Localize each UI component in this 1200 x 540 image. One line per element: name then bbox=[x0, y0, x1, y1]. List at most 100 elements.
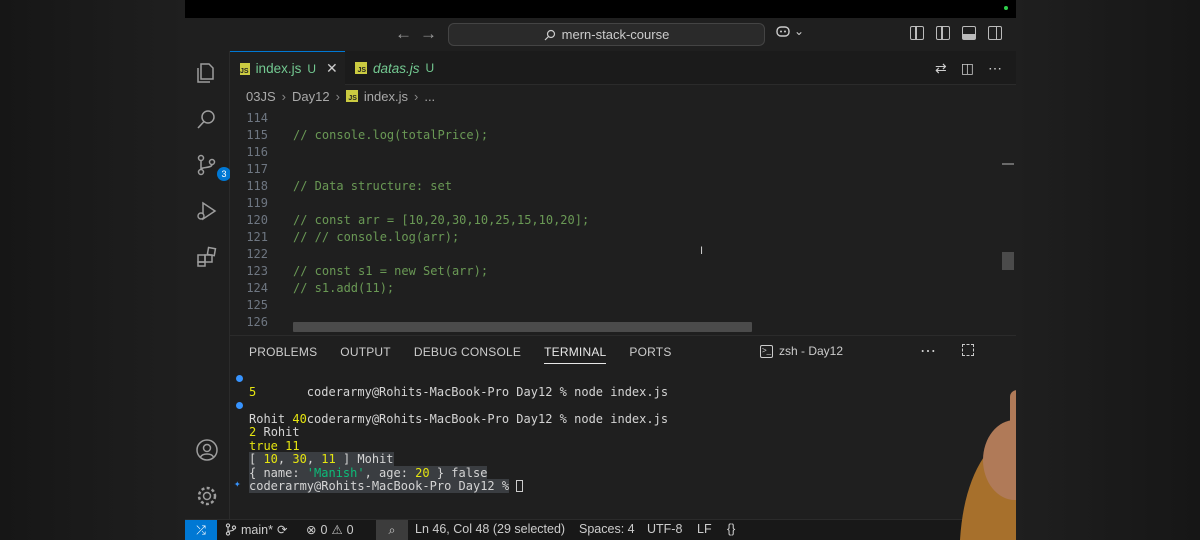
more-actions-icon[interactable]: ⋯ bbox=[988, 60, 1002, 77]
search-icon[interactable] bbox=[195, 107, 219, 131]
editor-tab-bar: JS index.js U ✕ JS datas.js U ⇄ ◫ ⋯ bbox=[230, 51, 1016, 85]
customize-layout-icon[interactable] bbox=[910, 26, 924, 40]
terminal-line: Rohit 40 bbox=[249, 411, 307, 427]
back-arrow-icon[interactable]: ← bbox=[395, 24, 412, 44]
output-value: 10 bbox=[263, 452, 278, 466]
line-number: 126 bbox=[246, 315, 268, 329]
javascript-file-icon: JS bbox=[240, 62, 250, 75]
language-text: {} bbox=[727, 522, 736, 536]
command-decoration-icon bbox=[236, 402, 243, 409]
code-editor[interactable]: 114 115 // console.log(totalPrice); 116 1… bbox=[230, 107, 1016, 335]
line-number: 117 bbox=[246, 162, 268, 176]
toggle-primary-sidebar-icon[interactable] bbox=[936, 26, 950, 40]
end-of-line[interactable]: LF bbox=[697, 522, 712, 536]
zoom-icon[interactable]: ⌕ bbox=[376, 520, 408, 540]
chevron-right-icon: › bbox=[335, 88, 340, 104]
settings-gear-icon[interactable] bbox=[195, 484, 219, 508]
extensions-icon[interactable] bbox=[195, 245, 219, 269]
line-number: 116 bbox=[246, 145, 268, 159]
recording-strip bbox=[185, 0, 1016, 18]
tab-problems[interactable]: PROBLEMS bbox=[249, 345, 317, 364]
output-text: [ bbox=[249, 452, 264, 466]
activity-bar: 3 bbox=[185, 51, 231, 519]
terminal-picker[interactable]: >_ zsh - Day12 bbox=[760, 344, 843, 358]
eol-text: LF bbox=[697, 522, 712, 536]
recording-dot bbox=[1004, 6, 1008, 10]
explorer-icon[interactable] bbox=[195, 61, 219, 85]
code-line: 118 // Data structure: set bbox=[230, 178, 990, 195]
tab-output[interactable]: OUTPUT bbox=[340, 345, 391, 364]
cursor-position[interactable]: Ln 46, Col 48 (29 selected) bbox=[415, 522, 565, 536]
terminal-cursor bbox=[516, 480, 524, 492]
line-number: 121 bbox=[246, 230, 268, 244]
close-icon[interactable]: ✕ bbox=[326, 60, 338, 77]
horizontal-scrollbar[interactable] bbox=[293, 322, 752, 332]
code-line: 125 bbox=[230, 297, 990, 314]
split-editor-icon[interactable]: ◫ bbox=[961, 60, 974, 77]
untracked-badge: U bbox=[307, 61, 317, 76]
breadcrumb: 03JS › Day12 › JS index.js › ... bbox=[230, 85, 1016, 107]
output-value: 11 bbox=[285, 438, 300, 453]
problems-indicator[interactable]: ⊗ 0 ⚠ 0 bbox=[306, 522, 354, 538]
code-line: 124 // s1.add(11); bbox=[230, 280, 990, 297]
copilot-menu[interactable]: ⌄ bbox=[775, 24, 804, 38]
javascript-file-icon: JS bbox=[355, 62, 367, 74]
terminal-prompt: coderarmy@Rohits-MacBook-Pro Day12 % bbox=[306, 384, 567, 399]
tab-debug-console[interactable]: DEBUG CONSOLE bbox=[414, 345, 521, 364]
line-code: // const s1 = new Set(arr); bbox=[293, 264, 489, 278]
line-number: 114 bbox=[246, 111, 268, 125]
tab-datas-js[interactable]: JS datas.js U bbox=[345, 51, 460, 85]
command-center-text: mern-stack-course bbox=[561, 27, 670, 42]
terminal-line: coderarmy@Rohits-MacBook-Pro Day12 % nod… bbox=[236, 372, 668, 398]
indentation[interactable]: Spaces: 4 bbox=[579, 522, 635, 536]
output-text: , age: bbox=[364, 465, 416, 480]
vertical-scrollbar[interactable] bbox=[1002, 252, 1014, 270]
tab-index-js[interactable]: JS index.js U ✕ bbox=[230, 51, 345, 85]
sparkle-icon[interactable]: ✦ bbox=[234, 477, 241, 490]
terminal-name: zsh - Day12 bbox=[779, 344, 844, 358]
output-value: 20 bbox=[415, 465, 430, 480]
breadcrumb-symbol[interactable]: ... bbox=[424, 89, 435, 104]
line-number: 118 bbox=[246, 179, 268, 193]
source-control-badge: 3 bbox=[217, 167, 231, 181]
code-line: 114 bbox=[230, 110, 990, 127]
bottom-panel: PROBLEMS OUTPUT DEBUG CONSOLE TERMINAL P… bbox=[230, 335, 1016, 519]
status-bar: ⤮ main* ⟳ ⊗ 0 ⚠ 0 ⌕ Ln 46, Col 48 (29 sele… bbox=[185, 519, 1016, 540]
tab-ports[interactable]: PORTS bbox=[629, 345, 671, 364]
tab-terminal[interactable]: TERMINAL bbox=[544, 345, 607, 364]
forward-arrow-icon[interactable]: → bbox=[420, 24, 437, 44]
terminal-icon: >_ bbox=[760, 344, 773, 358]
command-decoration-icon bbox=[236, 375, 243, 382]
warning-count: 0 bbox=[346, 522, 354, 537]
branch-indicator[interactable]: main* ⟳ bbox=[225, 522, 287, 537]
chevron-down-icon: ⌄ bbox=[794, 24, 805, 38]
toggle-secondary-sidebar-icon[interactable] bbox=[988, 26, 1002, 40]
breadcrumb-file[interactable]: index.js bbox=[364, 89, 408, 104]
breadcrumb-folder[interactable]: 03JS bbox=[246, 89, 276, 104]
output-value: 40 bbox=[292, 411, 307, 426]
command-center-search[interactable]: mern-stack-course bbox=[448, 23, 765, 46]
indentation-text: Spaces: 4 bbox=[579, 522, 635, 536]
error-count: 0 bbox=[320, 522, 328, 537]
copilot-icon bbox=[776, 26, 790, 37]
chevron-right-icon: › bbox=[281, 88, 286, 104]
overview-ruler-mark bbox=[1002, 163, 1014, 165]
language-mode[interactable]: {} bbox=[727, 522, 735, 536]
accounts-icon[interactable] bbox=[195, 438, 219, 462]
toggle-panel-icon[interactable] bbox=[962, 26, 976, 40]
terminal-line: [ 10, 30, 11 ] Mohit bbox=[249, 452, 394, 467]
terminal-line: coderarmy@Rohits-MacBook-Pro Day12 % bbox=[249, 479, 524, 494]
breadcrumb-folder[interactable]: Day12 bbox=[292, 89, 330, 104]
more-actions-icon[interactable]: ⋯ bbox=[920, 341, 936, 361]
code-line: 121 // // console.log(arr); bbox=[230, 229, 990, 246]
open-changes-icon[interactable]: ⇄ bbox=[935, 60, 947, 77]
chevron-right-icon: › bbox=[413, 88, 419, 104]
remote-indicator-icon[interactable]: ⤮ bbox=[185, 520, 217, 540]
encoding[interactable]: UTF-8 bbox=[647, 522, 682, 536]
source-control-icon[interactable]: 3 bbox=[195, 153, 231, 181]
branch-name: main* bbox=[241, 522, 273, 537]
cursor-position-text: Ln 46, Col 48 (29 selected) bbox=[415, 522, 566, 536]
error-icon: ⊗ bbox=[306, 523, 317, 537]
output-text: { name: bbox=[249, 465, 307, 480]
run-debug-icon[interactable] bbox=[195, 199, 219, 223]
